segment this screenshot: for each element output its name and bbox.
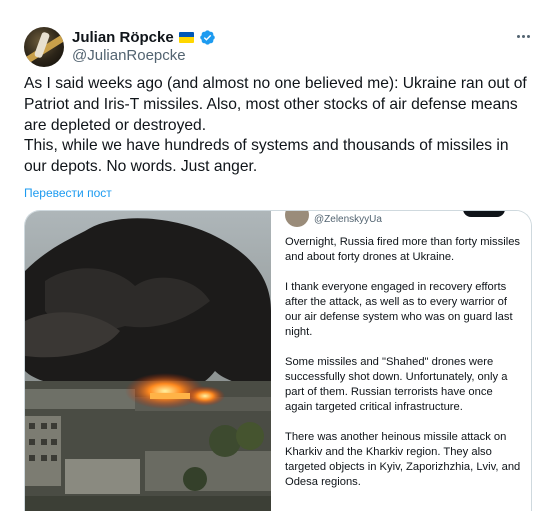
embedded-paragraph-4: There was another heinous missile attack… — [285, 431, 521, 488]
author-name-row: Julian Röpcke — [72, 27, 216, 47]
tweet[interactable]: Julian Röpcke @JulianRoepcke As I said w… — [0, 10, 555, 511]
embedded-paragraph-2: I thank everyone engaged in recovery eff… — [285, 281, 513, 338]
embedded-post-screenshot[interactable]: @ZelenskyyUa Overnight, Russia fired mor… — [271, 211, 531, 511]
embedded-post-text: Overnight, Russia fired more than forty … — [285, 235, 521, 505]
embedded-follow-button — [463, 211, 505, 217]
translate-post-link[interactable]: Перевести пост — [24, 186, 112, 200]
ukraine-flag-icon — [178, 31, 194, 43]
verified-badge-icon — [199, 29, 215, 45]
avatar[interactable] — [24, 27, 64, 67]
media-container[interactable]: @ZelenskyyUa Overnight, Russia fired mor… — [24, 210, 532, 511]
embedded-paragraph-1: Overnight, Russia fired more than forty … — [285, 236, 521, 263]
fire-photo[interactable] — [25, 211, 271, 511]
embedded-handle: @ZelenskyyUa — [314, 214, 382, 225]
embedded-avatar — [285, 211, 309, 227]
top-strip — [0, 0, 555, 10]
embedded-paragraph-3: Some missiles and "Shahed" drones were s… — [285, 356, 508, 413]
more-options-icon[interactable] — [513, 26, 533, 46]
tweet-text-paragraph-1: As I said weeks ago (and almost no one b… — [24, 75, 527, 134]
author-handle[interactable]: @JulianRoepcke — [72, 47, 186, 64]
tweet-text: As I said weeks ago (and almost no one b… — [24, 74, 534, 178]
display-name[interactable]: Julian Röpcke — [72, 29, 174, 46]
tweet-text-paragraph-2: This, while we have hundreds of systems … — [24, 137, 509, 176]
